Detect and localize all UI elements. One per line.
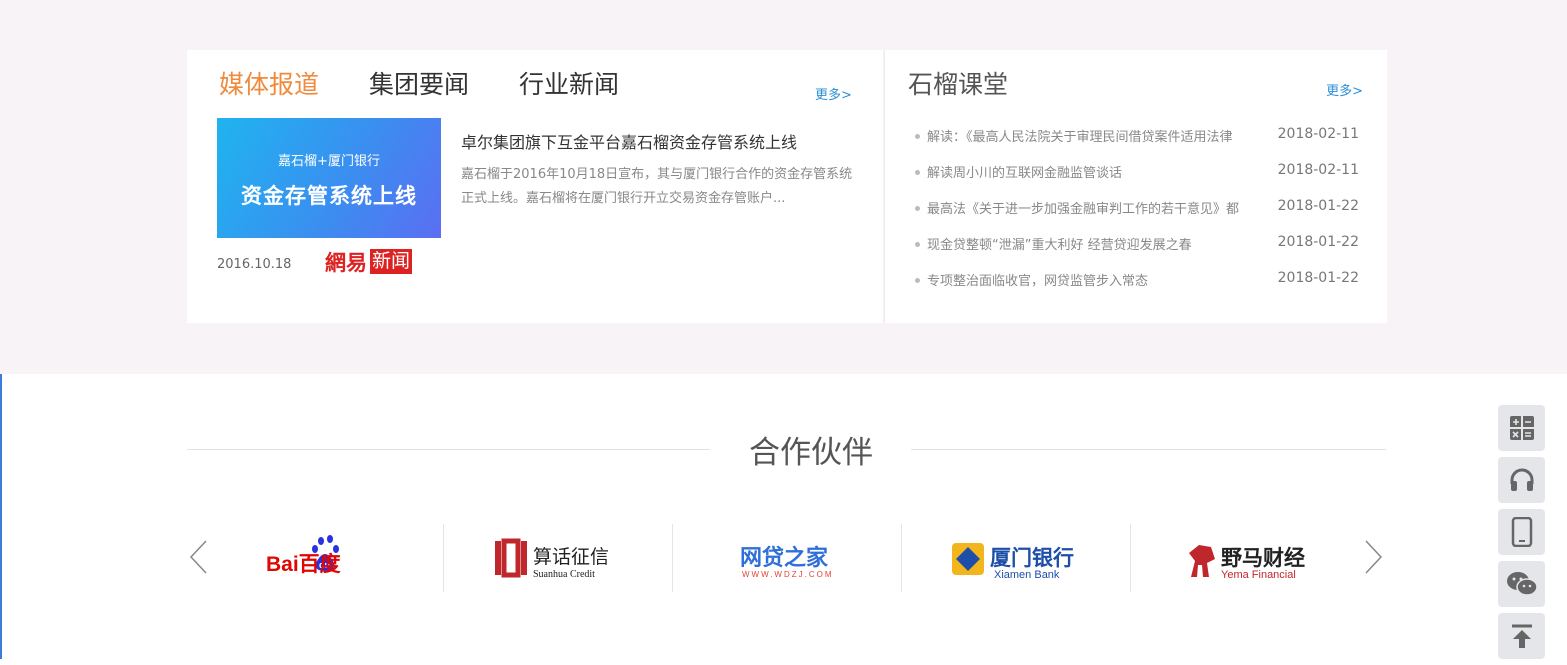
article-title[interactable]: 解读：《最高人民法院关于审理民间借贷案件适用法律	[927, 126, 1267, 145]
netease-news-logo: 網易 新闻	[325, 249, 413, 275]
wechat-button[interactable]	[1498, 561, 1545, 607]
partners-divider-left	[187, 449, 710, 450]
xiamen-bank-logo-text: 厦门银行	[990, 546, 1074, 570]
news-date: 2016.10.18	[217, 257, 292, 272]
tab-industry-news[interactable]: 行业新闻	[519, 69, 619, 101]
list-item[interactable]: 解读周小川的互联网金融监管谈话 2018-02-11	[915, 158, 1359, 194]
tab-group-news[interactable]: 集团要闻	[369, 69, 469, 101]
article-title[interactable]: 最高法《关于进一步加强金融审判工作的若干意见》都	[927, 198, 1267, 217]
netease-logo-part1: 網易	[325, 249, 367, 275]
suanhua-logo-subtext: Suanhua Credit	[533, 569, 595, 580]
partner-logo-wdzj[interactable]: 网贷之家 WWW.WDZJ.COM	[672, 524, 902, 592]
list-item[interactable]: 最高法《关于进一步加强金融审判工作的若干意见》都 2018-01-22	[915, 194, 1359, 230]
partner-logo-baidu[interactable]: du Bai百度	[214, 524, 443, 592]
article-date: 2018-02-11	[1277, 162, 1359, 178]
baidu-logo-text: Bai百度	[266, 552, 341, 576]
news-card: 媒体报道 集团要闻 行业新闻 更多> 嘉石榴+厦门银行 资金存管系统上线 201…	[187, 50, 883, 323]
list-item[interactable]: 专项整治面临收官，网贷监管步入常态 2018-01-22	[915, 266, 1359, 302]
article-date: 2018-01-22	[1277, 270, 1359, 286]
classroom-more-link[interactable]: 更多>	[1326, 80, 1363, 99]
wdzj-logo-text: 网贷之家	[740, 545, 829, 571]
article-date: 2018-01-22	[1277, 234, 1359, 250]
news-banner-image[interactable]: 嘉石榴+厦门银行 资金存管系统上线	[217, 118, 441, 238]
netease-logo-part2: 新闻	[370, 249, 413, 274]
partner-logo-yema[interactable]: 野马财经 Yema Financial	[1130, 524, 1360, 592]
tab-media-reports[interactable]: 媒体报道	[219, 69, 319, 101]
yema-logo-subtext: Yema Financial	[1221, 569, 1296, 581]
back-to-top-button[interactable]	[1498, 613, 1545, 659]
partners-divider-right	[911, 449, 1386, 450]
article-date: 2018-02-11	[1277, 126, 1359, 142]
news-summary: 嘉石榴于2016年10月18日宣布，其与厦门银行合作的资金存管系统正式上线。嘉石…	[461, 167, 853, 206]
list-item[interactable]: 解读：《最高人民法院关于审理民间借贷案件适用法律 2018-02-11	[915, 122, 1359, 158]
calculator-icon	[1509, 416, 1534, 440]
mobile-icon	[1511, 517, 1532, 547]
news-tabs: 媒体报道 集团要闻 行业新闻	[219, 69, 669, 101]
bullet-dot	[915, 242, 920, 247]
carousel-prev-arrow-icon[interactable]	[188, 537, 210, 581]
classroom-title: 石榴课堂	[908, 70, 1009, 99]
floating-toolbar	[1498, 405, 1545, 665]
xiamen-bank-logo-subtext: Xiamen Bank	[994, 569, 1060, 581]
bullet-dot	[915, 170, 920, 175]
news-more-link[interactable]: 更多>	[815, 84, 852, 103]
article-title[interactable]: 解读周小川的互联网金融监管谈话	[927, 162, 1267, 181]
bullet-dot	[915, 134, 920, 139]
article-date: 2018-01-22	[1277, 198, 1359, 214]
yema-logo-text: 野马财经	[1221, 546, 1305, 570]
classroom-article-list: 解读：《最高人民法院关于审理民间借贷案件适用法律 2018-02-11 解读周小川…	[915, 122, 1359, 302]
banner-line-1: 嘉石榴+厦门银行	[278, 154, 380, 169]
partner-logo-suanhua[interactable]: 算话征信 Suanhua Credit	[443, 524, 673, 592]
customer-service-button[interactable]	[1498, 457, 1545, 503]
carousel-next-arrow-icon[interactable]	[1362, 537, 1384, 581]
partners-title: 合作伙伴	[749, 435, 873, 471]
wechat-icon	[1506, 572, 1538, 596]
list-item[interactable]: 现金贷整顿“泄漏”重大利好 经营贷迎发展之春 2018-01-22	[915, 230, 1359, 266]
headset-icon	[1510, 468, 1533, 491]
back-to-top-icon	[1511, 624, 1532, 648]
article-title[interactable]: 专项整治面临收官，网贷监管步入常态	[927, 270, 1267, 289]
bullet-dot	[915, 278, 920, 283]
wdzj-logo-subtext: WWW.WDZJ.COM	[742, 570, 834, 579]
article-title[interactable]: 现金贷整顿“泄漏”重大利好 经营贷迎发展之春	[927, 234, 1267, 253]
news-headline-link[interactable]: 卓尔集团旗下互金平台嘉石榴资金存管系统上线	[461, 129, 797, 153]
mobile-app-button[interactable]	[1498, 509, 1545, 555]
calculator-button[interactable]	[1498, 405, 1545, 451]
classroom-card: 石榴课堂 更多> 解读：《最高人民法院关于审理民间借贷案件适用法律 2018-02…	[884, 50, 1387, 323]
banner-line-2: 资金存管系统上线	[241, 184, 417, 208]
partner-logo-xiamen-bank[interactable]: 厦门银行 Xiamen Bank	[901, 524, 1131, 592]
bullet-dot	[915, 206, 920, 211]
suanhua-logo-text: 算话征信	[533, 546, 609, 568]
